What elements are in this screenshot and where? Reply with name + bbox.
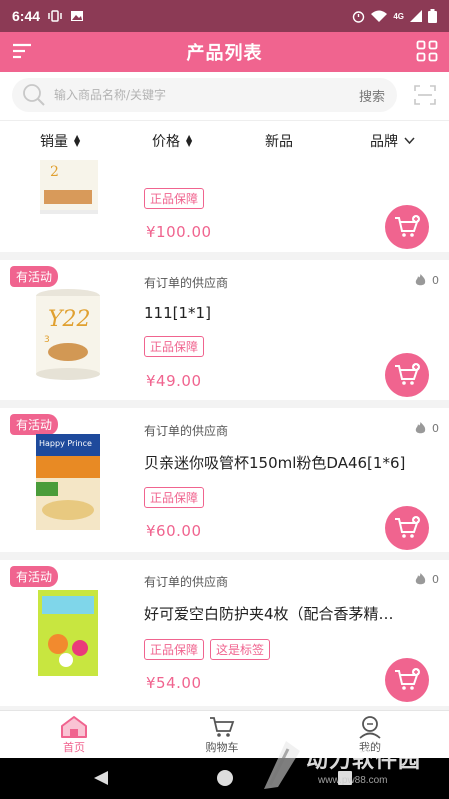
battery-icon — [428, 9, 437, 23]
back-icon[interactable] — [94, 771, 108, 785]
sort-sales-label: 销量 — [40, 134, 68, 150]
product-tags: 正品保障 这是标签 — [144, 639, 271, 660]
watermark-text: 动力软件园 — [306, 748, 422, 773]
hot-count: 0 — [432, 274, 439, 287]
supplier-name: 有订单的供应商 — [144, 575, 229, 589]
product-tags: 正品保障 — [144, 336, 205, 357]
cart-plus-icon — [395, 516, 420, 538]
hot-count: 0 — [432, 573, 439, 586]
product-name: 贝亲迷你吸管杯150ml粉色DA46[1*6] — [144, 454, 406, 472]
hot-count: 0 — [432, 422, 439, 435]
home-button[interactable] — [217, 770, 233, 786]
search-button[interactable]: 搜索 — [359, 86, 385, 105]
tab-home-label: 首页 — [63, 741, 85, 754]
product-price: ¥60.00 — [146, 522, 202, 540]
cart-plus-icon — [395, 215, 420, 237]
signal-icon — [410, 10, 422, 22]
app-header: 产品列表 — [0, 32, 449, 72]
grid-view-icon[interactable] — [416, 40, 438, 62]
add-to-cart-button[interactable] — [385, 353, 429, 397]
svg-text:3: 3 — [44, 335, 50, 345]
product-image: Happy Prince — [36, 434, 100, 530]
menu-icon[interactable] — [12, 41, 32, 61]
sort-by-price[interactable]: 价格 ▲ ▼ — [152, 131, 192, 151]
tab-cart[interactable]: 购物车 — [192, 715, 252, 755]
cart-plus-icon — [395, 668, 420, 690]
page-title: 产品列表 — [186, 43, 263, 64]
sort-by-new[interactable]: 新品 — [265, 131, 293, 151]
product-card[interactable]: 2 正品保障 ¥100.00 — [0, 160, 449, 252]
product-tag: 正品保障 — [144, 639, 205, 660]
product-list: 2 正品保障 ¥100.00 有活动 Y22 3 有订单的供应商 0 111[1… — [0, 160, 449, 710]
fire-icon — [415, 422, 426, 434]
cart-plus-icon — [395, 363, 420, 385]
hot-indicator: 0 — [415, 573, 439, 586]
fire-icon — [415, 573, 426, 585]
chevron-down-icon — [404, 137, 415, 145]
hot-indicator: 0 — [415, 274, 439, 287]
watermark-logo-icon — [264, 741, 300, 789]
sort-new-label: 新品 — [265, 134, 293, 150]
search-icon — [23, 84, 45, 106]
supplier-name: 有订单的供应商 — [144, 424, 229, 438]
watermark: 动力软件园 www.pw88.com — [256, 735, 446, 797]
search-area: 搜索 — [0, 72, 449, 120]
vibrate-icon — [48, 10, 62, 22]
add-to-cart-button[interactable] — [385, 205, 429, 249]
svg-text:Happy Prince: Happy Prince — [39, 439, 92, 448]
product-price: ¥49.00 — [146, 372, 202, 390]
product-price: ¥54.00 — [146, 674, 202, 692]
sort-arrows-icon: ▲ ▼ — [74, 133, 81, 148]
network-type: 4G — [393, 11, 404, 21]
svg-text:2: 2 — [50, 164, 59, 180]
product-tags: 正品保障 — [144, 188, 205, 209]
sort-bar: 销量 ▲ ▼ 价格 ▲ ▼ 新品 品牌 — [0, 120, 449, 160]
product-price: ¥100.00 — [146, 223, 212, 241]
product-image — [38, 590, 98, 676]
search-box: 搜索 — [12, 78, 397, 112]
scan-icon[interactable] — [414, 85, 436, 105]
product-tag: 这是标签 — [210, 639, 271, 660]
sort-price-label: 价格 — [152, 134, 180, 150]
product-tag: 正品保障 — [144, 336, 205, 357]
add-to-cart-button[interactable] — [385, 506, 429, 550]
product-card[interactable]: 有活动 Y22 3 有订单的供应商 0 111[1*1] 正品保障 ¥49.00 — [0, 260, 449, 400]
product-image: 2 — [40, 160, 98, 214]
status-time: 6:44 — [12, 8, 41, 24]
alarm-icon — [353, 10, 365, 23]
sort-arrows-icon: ▲ ▼ — [186, 133, 193, 148]
filter-brand[interactable]: 品牌 — [370, 131, 415, 151]
image-icon — [71, 11, 84, 21]
brand-label: 品牌 — [370, 134, 398, 150]
cart-icon — [210, 717, 235, 737]
hot-indicator: 0 — [415, 422, 439, 435]
tab-cart-label: 购物车 — [205, 741, 239, 754]
supplier-name: 有订单的供应商 — [144, 276, 229, 290]
watermark-url: www.pw88.com — [318, 775, 388, 786]
activity-badge: 有活动 — [10, 566, 59, 587]
product-card[interactable]: 有活动 有订单的供应商 0 好可爱空白防护夹4枚（配合香茅精… 正品保障 这是标… — [0, 560, 449, 706]
product-image: Y22 3 — [36, 289, 100, 380]
search-input[interactable] — [54, 88, 344, 102]
fire-icon — [415, 274, 426, 286]
product-tag: 正品保障 — [144, 487, 205, 508]
product-name: 好可爱空白防护夹4枚（配合香茅精… — [144, 605, 394, 623]
product-tags: 正品保障 — [144, 487, 205, 508]
product-card[interactable]: 有活动 Happy Prince 有订单的供应商 0 贝亲迷你吸管杯150ml粉… — [0, 408, 449, 552]
tab-home[interactable]: 首页 — [44, 715, 104, 755]
status-bar: 6:44 4G — [0, 0, 449, 32]
product-tag: 正品保障 — [144, 188, 205, 209]
add-to-cart-button[interactable] — [385, 658, 429, 702]
product-name: 111[1*1] — [144, 304, 211, 322]
svg-text:Y22: Y22 — [48, 307, 91, 332]
home-icon — [61, 716, 87, 738]
wifi-icon — [371, 10, 388, 22]
sort-by-sales[interactable]: 销量 ▲ ▼ — [40, 131, 80, 151]
